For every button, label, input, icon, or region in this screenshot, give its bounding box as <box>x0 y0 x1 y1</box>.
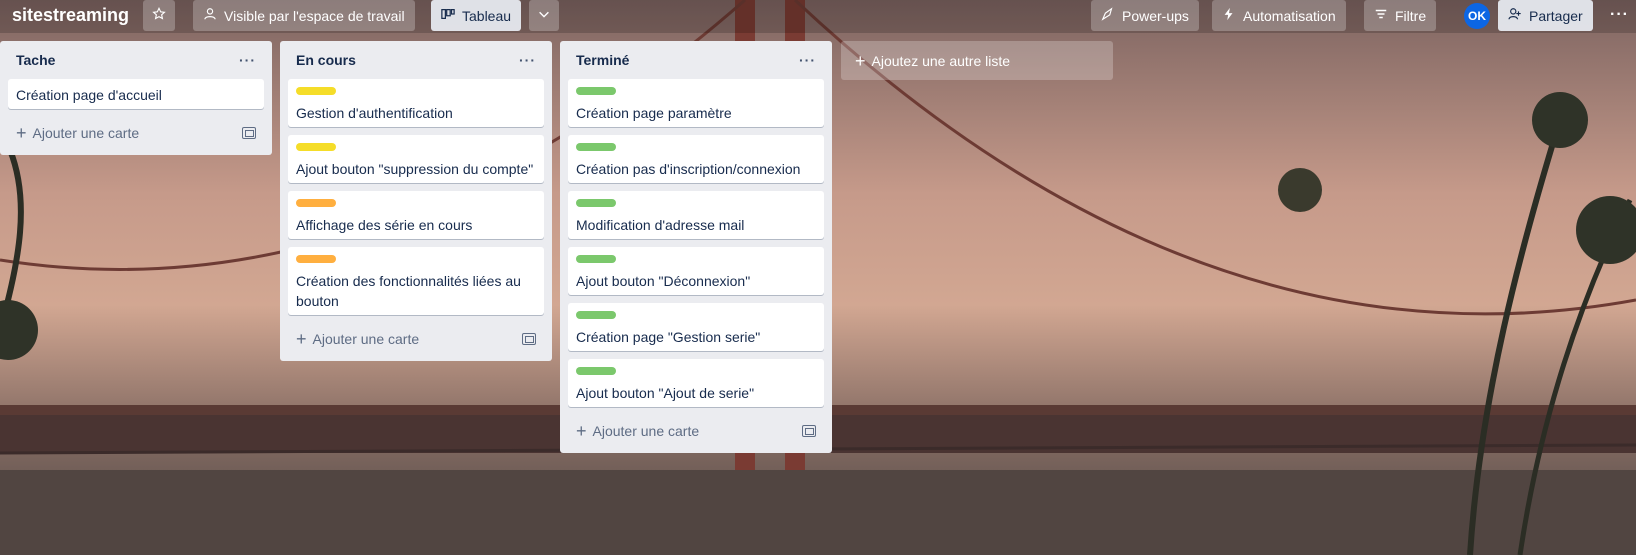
card-label-yellow[interactable] <box>296 87 336 95</box>
card-title: Ajout bouton "Déconnexion" <box>576 273 751 289</box>
star-icon <box>152 6 166 24</box>
add-card-label: Ajouter une carte <box>32 125 140 141</box>
list-en-cours: En cours ··· Gestion d'authentification … <box>280 41 552 361</box>
card-template-icon[interactable] <box>522 333 536 345</box>
card-label-green[interactable] <box>576 87 616 95</box>
add-card-button[interactable]: + Ajouter une carte <box>8 117 264 149</box>
add-card-button[interactable]: + Ajouter une carte <box>288 323 544 355</box>
board-title[interactable]: sitestreaming <box>12 5 129 26</box>
visibility-button[interactable]: Visible par l'espace de travail <box>193 0 415 31</box>
card-label-green[interactable] <box>576 367 616 375</box>
add-card-label: Ajouter une carte <box>592 423 700 439</box>
card-template-icon[interactable] <box>242 127 256 139</box>
board-view-button[interactable]: Tableau <box>431 0 522 31</box>
card-title: Ajout bouton "Ajout de serie" <box>576 385 755 401</box>
plus-icon: + <box>855 50 866 71</box>
rocket-icon <box>1101 7 1115 24</box>
card[interactable]: Création des fonctionnalités liées au bo… <box>288 247 544 315</box>
list-title[interactable]: En cours <box>296 52 356 68</box>
plus-icon: + <box>16 123 27 143</box>
list-header: En cours ··· <box>288 41 544 79</box>
card[interactable]: Création page "Gestion serie" <box>568 303 824 351</box>
card[interactable]: Modification d'adresse mail <box>568 191 824 239</box>
automation-label: Automatisation <box>1243 7 1336 24</box>
card[interactable]: Ajout bouton "Déconnexion" <box>568 247 824 295</box>
list-title[interactable]: Tache <box>16 52 55 68</box>
card-title: Création page d'accueil <box>16 87 162 103</box>
lightning-icon <box>1222 7 1236 24</box>
card[interactable]: Création pas d'inscription/connexion <box>568 135 824 183</box>
card[interactable]: Ajout bouton "suppression du compte" <box>288 135 544 183</box>
list-menu-icon[interactable]: ··· <box>799 52 816 68</box>
board-view-icon <box>441 7 455 24</box>
card-title: Création pas d'inscription/connexion <box>576 161 801 177</box>
card-title: Création page "Gestion serie" <box>576 329 761 345</box>
add-list-button[interactable]: + Ajoutez une autre liste <box>841 41 1113 80</box>
powerups-label: Power-ups <box>1122 7 1189 24</box>
card[interactable]: Gestion d'authentification <box>288 79 544 127</box>
card-label-green[interactable] <box>576 143 616 151</box>
card-label-green[interactable] <box>576 199 616 207</box>
card[interactable]: Création page d'accueil <box>8 79 264 109</box>
card-title: Ajout bouton "suppression du compte" <box>296 161 534 177</box>
card-template-icon[interactable] <box>802 425 816 437</box>
plus-icon: + <box>576 421 587 441</box>
card-title: Modification d'adresse mail <box>576 217 745 233</box>
visibility-label: Visible par l'espace de travail <box>224 7 405 24</box>
add-card-button[interactable]: + Ajouter une carte <box>568 415 824 447</box>
card-title: Gestion d'authentification <box>296 105 453 121</box>
card-label-orange[interactable] <box>296 255 336 263</box>
card-title: Affichage des série en cours <box>296 217 473 233</box>
board-header: sitestreaming Visible par l'espace de tr… <box>0 0 1636 33</box>
add-member-icon <box>1508 7 1522 24</box>
card-label-orange[interactable] <box>296 199 336 207</box>
star-button[interactable] <box>143 0 175 31</box>
board-menu-icon[interactable]: ··· <box>1610 6 1629 24</box>
add-list-label: Ajoutez une autre liste <box>871 52 1011 69</box>
card-label-yellow[interactable] <box>296 143 336 151</box>
list-title[interactable]: Terminé <box>576 52 629 68</box>
card-label-green[interactable] <box>576 311 616 319</box>
filter-button[interactable]: Filtre <box>1364 0 1437 31</box>
plus-icon: + <box>296 329 307 349</box>
list-header: Tache ··· <box>8 41 264 79</box>
people-icon <box>203 7 217 24</box>
share-button[interactable]: Partager <box>1498 0 1593 31</box>
board-view-label: Tableau <box>462 7 512 24</box>
list-tache: Tache ··· Création page d'accueil + Ajou… <box>0 41 272 155</box>
list-menu-icon[interactable]: ··· <box>519 52 536 68</box>
avatar[interactable]: OK <box>1464 3 1490 29</box>
filter-label: Filtre <box>1395 7 1427 24</box>
list-menu-icon[interactable]: ··· <box>239 52 256 68</box>
card[interactable]: Création page paramètre <box>568 79 824 127</box>
view-switcher-button[interactable] <box>529 0 559 31</box>
automation-button[interactable]: Automatisation <box>1212 0 1346 31</box>
card-title: Création des fonctionnalités liées au bo… <box>296 273 521 309</box>
card-title: Création page paramètre <box>576 105 732 121</box>
card[interactable]: Ajout bouton "Ajout de serie" <box>568 359 824 407</box>
list-header: Terminé ··· <box>568 41 824 79</box>
share-label: Partager <box>1529 7 1583 24</box>
powerups-button[interactable]: Power-ups <box>1091 0 1199 31</box>
card-label-green[interactable] <box>576 255 616 263</box>
chevron-down-icon <box>537 7 551 24</box>
add-card-label: Ajouter une carte <box>312 331 420 347</box>
card[interactable]: Affichage des série en cours <box>288 191 544 239</box>
list-termine: Terminé ··· Création page paramètre Créa… <box>560 41 832 453</box>
filter-icon <box>1374 7 1388 24</box>
